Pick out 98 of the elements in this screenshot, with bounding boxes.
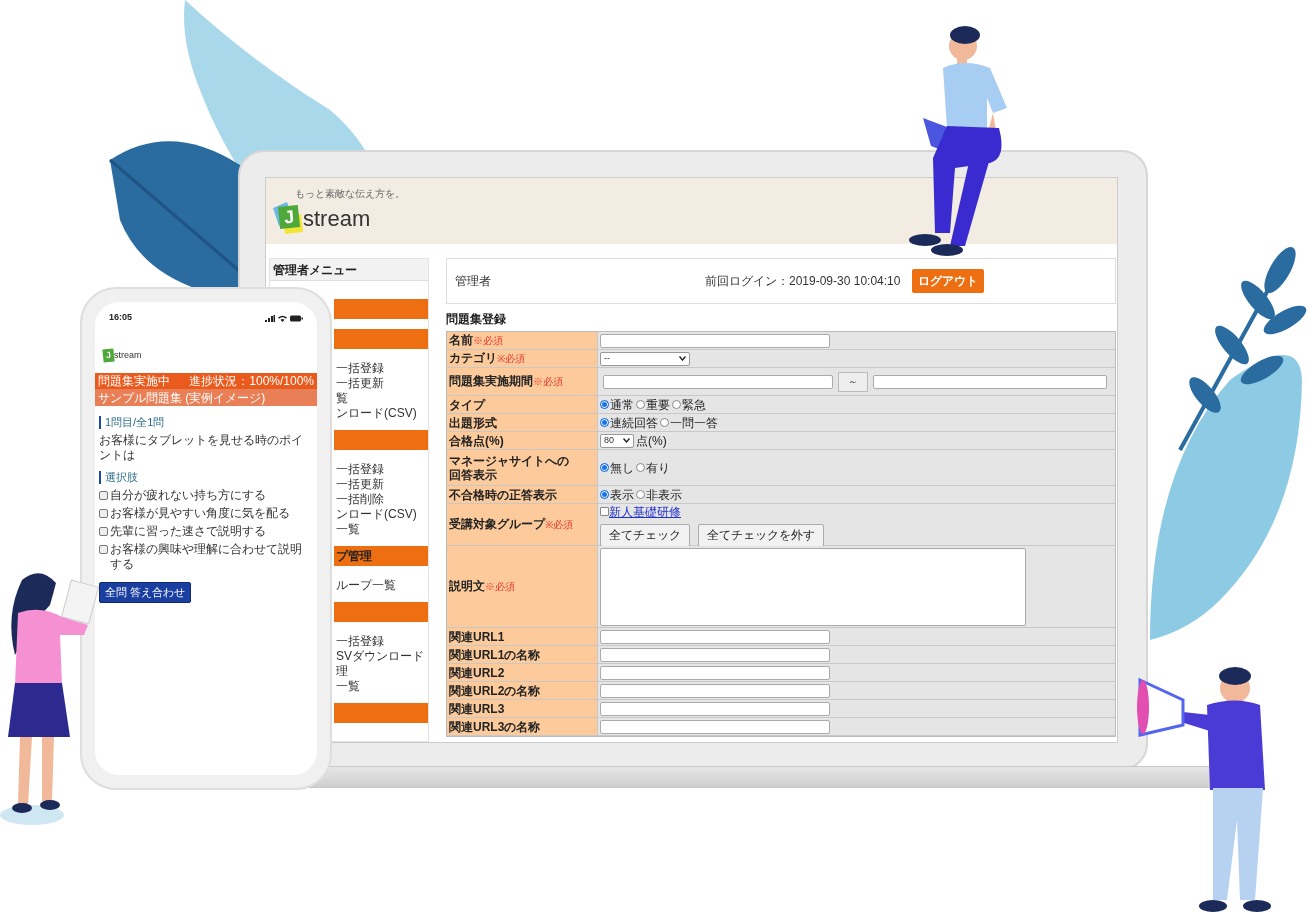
logo-text: stream	[114, 348, 142, 362]
input-field[interactable]	[600, 333, 830, 348]
field-label: 説明文※必須	[449, 579, 515, 594]
check-button[interactable]: 全てチェックを外す	[698, 523, 824, 547]
input-field[interactable]	[600, 647, 830, 662]
logo-mark: J	[277, 204, 301, 229]
field-label: 関連URL1の名称	[449, 647, 541, 662]
radio-label: 緊急	[682, 396, 706, 414]
checkbox[interactable]	[99, 545, 108, 554]
status-label: 問題集実施中	[98, 373, 170, 390]
choice-label: 先輩に習った速さで説明する	[110, 524, 266, 539]
unit-label: 点(%)	[636, 432, 667, 450]
choice-label: 自分が疲れない持ち方にする	[110, 488, 266, 503]
menu-item[interactable]: 覧	[336, 391, 348, 405]
field-label: 関連URL1	[449, 629, 505, 644]
field-label: 関連URL3の名称	[449, 719, 541, 734]
menu-item[interactable]: ンロード(CSV)	[336, 406, 417, 420]
field-label: 受講対象グループ※必須	[449, 517, 573, 532]
menu-item[interactable]: 一括更新	[336, 477, 384, 491]
description-textarea[interactable]	[600, 547, 1026, 626]
checkbox[interactable]	[99, 527, 108, 536]
check-button[interactable]: 全てチェック	[600, 523, 690, 547]
radio-button[interactable]	[636, 463, 645, 472]
checkbox[interactable]	[99, 491, 108, 500]
input-field[interactable]	[600, 701, 830, 716]
menu-item[interactable]: 一覧	[336, 679, 360, 693]
logo-text: stream	[303, 207, 371, 230]
chevron-down-icon	[679, 356, 686, 361]
last-login: 前回ログイン：2019-09-30 10:04:10	[705, 273, 901, 290]
menu-section-header[interactable]: プ管理	[334, 546, 428, 566]
radio-label: 非表示	[646, 486, 682, 504]
menu-item[interactable]: SVダウンロード	[336, 649, 424, 663]
input-field[interactable]	[600, 683, 830, 698]
radio-button[interactable]	[636, 490, 645, 499]
input-field[interactable]	[873, 374, 1107, 389]
field-label: マネージャサイトへの	[449, 453, 569, 468]
clock: 16:05	[109, 311, 133, 325]
choice-label: お客様の興味や理解に合わせて説明する	[110, 542, 303, 572]
signal-icon	[265, 314, 275, 322]
input-field[interactable]	[600, 719, 830, 734]
radio-label: 重要	[646, 396, 670, 414]
field-label: 出題形式	[449, 415, 497, 430]
select-field[interactable]: --	[600, 351, 690, 366]
battery-icon	[290, 314, 303, 322]
logo-mark: J	[102, 348, 115, 363]
question-text: お客様にタブレットを見せる時のポイントは	[99, 433, 304, 463]
radio-label: 通常	[610, 396, 634, 414]
radio-label: 有り	[646, 459, 670, 477]
field-label: タイプ	[449, 397, 485, 412]
radio-label: 無し	[610, 459, 634, 477]
radio-button[interactable]	[600, 490, 609, 499]
radio-label: 連続回答	[610, 414, 658, 432]
menu-item[interactable]: 一括更新	[336, 376, 384, 390]
input-field[interactable]	[600, 665, 830, 680]
radio-button[interactable]	[672, 400, 681, 409]
wifi-icon	[278, 314, 287, 322]
field-label: 合格点(%)	[449, 433, 504, 448]
menu-item[interactable]: 一括登録	[336, 361, 384, 375]
select-field[interactable]: 80	[600, 433, 634, 448]
radio-button[interactable]	[660, 418, 669, 427]
logo-tagline: もっと素敵な伝え方を。	[295, 188, 405, 199]
section-heading: 選択肢	[99, 471, 313, 484]
field-label: 不合格時の正答表示	[449, 487, 557, 502]
field-label: カテゴリ※必須	[449, 351, 525, 366]
menu-item[interactable]: 一覧	[336, 522, 360, 536]
field-label: 名前※必須	[449, 333, 503, 348]
progress-text: 進捗状況：100%/100%	[189, 373, 314, 390]
field-label: 回答表示	[449, 467, 497, 482]
menu-item[interactable]: 一括登録	[336, 462, 384, 476]
field-label: 問題集実施期間※必須	[449, 374, 563, 389]
group-link[interactable]: 新人基礎研修	[609, 502, 681, 521]
chevron-down-icon	[623, 438, 630, 443]
input-field[interactable]	[603, 374, 833, 389]
field-label: 関連URL3	[449, 701, 505, 716]
radio-button[interactable]	[600, 400, 609, 409]
submit-button[interactable]: 全問 答え合わせ	[99, 582, 192, 603]
radio-label: 一問一答	[670, 414, 718, 432]
separator-button[interactable]: ～	[838, 371, 868, 392]
menu-item[interactable]: ループ一覧	[336, 578, 396, 592]
menu-item[interactable]: ンロード(CSV)	[336, 507, 417, 521]
section-heading: 1問目/全1問	[99, 416, 313, 429]
quiz-title: サンプル問題集 (実例イメージ)	[95, 389, 317, 406]
user-role: 管理者	[455, 273, 492, 290]
radio-label: 表示	[610, 486, 634, 504]
radio-button[interactable]	[636, 400, 645, 409]
field-label: 関連URL2の名称	[449, 683, 541, 698]
radio-button[interactable]	[600, 463, 609, 472]
sidebar-title: 管理者メニュー	[270, 259, 428, 281]
field-label: 関連URL2	[449, 665, 505, 680]
radio-button[interactable]	[600, 418, 609, 427]
menu-item[interactable]: 理	[336, 664, 348, 678]
menu-item[interactable]: 一括削除	[336, 492, 384, 506]
checkbox[interactable]	[99, 509, 108, 518]
choice-label: お客様が見やすい角度に気を配る	[110, 506, 290, 521]
form-title: 問題集登録	[446, 311, 507, 328]
menu-item[interactable]: 一括登録	[336, 634, 384, 648]
input-field[interactable]	[600, 629, 830, 644]
checkbox[interactable]	[600, 507, 609, 516]
